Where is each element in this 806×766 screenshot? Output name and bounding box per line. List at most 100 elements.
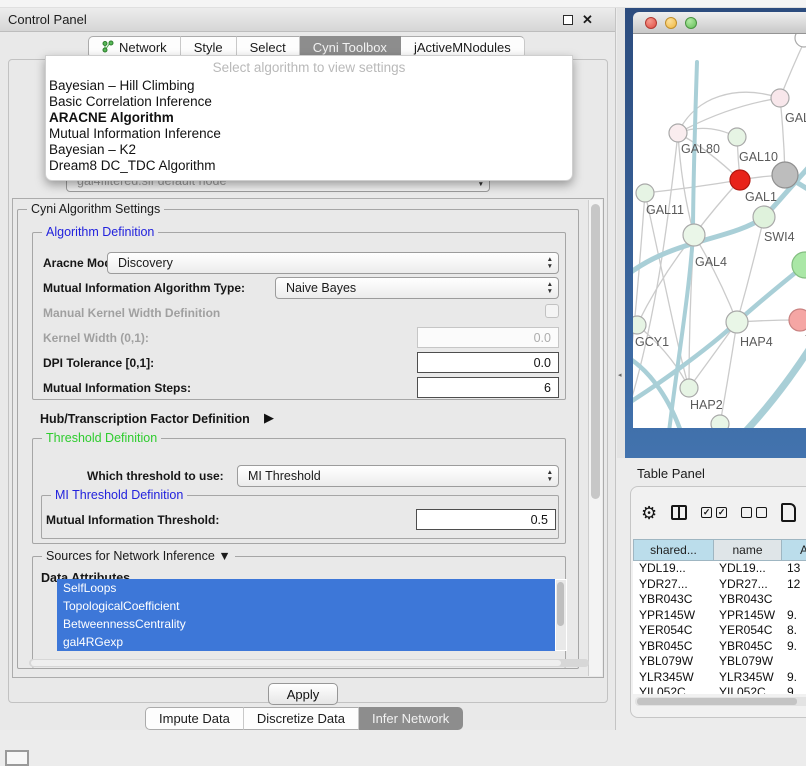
vertical-scrollbar[interactable] <box>588 200 602 676</box>
select-all-icon[interactable]: ✓✓ <box>701 507 727 518</box>
which-threshold-combo[interactable]: MI Threshold ▲▼ <box>237 465 559 487</box>
network-node[interactable] <box>636 184 654 202</box>
algorithm-option-mutual-information-inference[interactable]: Mutual Information Inference <box>46 126 572 142</box>
table-row[interactable]: YIL052CYIL052C9. <box>633 685 806 694</box>
kernel-width-field[interactable] <box>417 327 559 348</box>
column-header-shared[interactable]: shared... <box>633 539 713 561</box>
divider-handle-icon[interactable]: ◂ <box>618 371 622 379</box>
table-row[interactable]: YBL079WYBL079W <box>633 654 806 670</box>
mi-algorithm-type-combo[interactable]: Naive Bayes ▲▼ <box>275 277 559 299</box>
network-node[interactable] <box>771 89 789 107</box>
scrollbar-thumb[interactable] <box>31 660 561 666</box>
node-label: GCY1 <box>635 335 669 349</box>
network-node[interactable] <box>728 128 746 146</box>
gear-icon[interactable]: ⚙ <box>641 504 657 522</box>
column-header-a[interactable]: A <box>781 539 806 561</box>
table-horizontal-scrollbar[interactable] <box>635 697 806 706</box>
close-panel-icon[interactable]: ✕ <box>582 12 593 28</box>
network-node[interactable] <box>795 34 806 47</box>
table-row[interactable]: YER054CYER054C8. <box>633 623 806 639</box>
mi-algorithm-type-value: Naive Bayes <box>286 281 356 295</box>
network-node[interactable] <box>726 311 748 333</box>
manual-kernel-label: Manual Kernel Width Definition <box>43 306 220 320</box>
tab-label: jActiveMNodules <box>414 40 511 55</box>
tab-label: Infer Network <box>372 711 449 726</box>
network-node[interactable] <box>789 309 806 331</box>
mi-threshold-label: Mutual Information Threshold: <box>46 513 219 527</box>
split-divider[interactable]: ◂ <box>617 8 625 458</box>
list-item-betweennesscentrality[interactable]: BetweennessCentrality <box>57 615 555 633</box>
network-node[interactable] <box>680 379 698 397</box>
horizontal-scrollbar[interactable] <box>29 659 589 667</box>
tab-discretize-data[interactable]: Discretize Data <box>244 707 359 730</box>
kernel-width-label: Kernel Width (0,1): <box>43 331 149 345</box>
minimized-panel-icon[interactable] <box>5 750 29 766</box>
table-cell: YIL052C <box>633 685 713 694</box>
network-node[interactable] <box>683 224 705 246</box>
scrollbar-thumb[interactable] <box>591 204 600 499</box>
manual-kernel-checkbox[interactable] <box>545 304 559 318</box>
zoom-traffic-light[interactable] <box>685 17 697 29</box>
table-cell: 9. <box>781 608 806 624</box>
scrollbar-thumb[interactable] <box>557 582 564 626</box>
table-row[interactable]: YBR045CYBR045C9. <box>633 639 806 655</box>
algorithm-option-dream8-dc-tdc-algorithm[interactable]: Dream8 DC_TDC Algorithm <box>46 158 572 174</box>
network-window-titlebar[interactable] <box>633 12 806 34</box>
settings-scroll-area: Cyni Algorithm Settings Algorithm Defini… <box>12 198 604 678</box>
table-row[interactable]: YLR345WYLR345W9. <box>633 670 806 686</box>
network-node[interactable] <box>772 162 798 188</box>
network-canvas[interactable]: GALGAL80GAL10GAL1GAL11SWI4GAL4GCY1HAP4YH… <box>633 34 806 428</box>
list-item-gal4rgexp[interactable]: gal4RGexp <box>57 633 555 651</box>
list-item-selfloops[interactable]: SelfLoops <box>57 579 555 597</box>
control-panel-header: Control Panel ✕ <box>0 8 615 32</box>
tab-impute-data[interactable]: Impute Data <box>145 707 244 730</box>
network-window[interactable]: GALGAL80GAL10GAL1GAL11SWI4GAL4GCY1HAP4YH… <box>633 12 806 428</box>
dpi-tolerance-field[interactable] <box>417 352 559 373</box>
column-header-name[interactable]: name <box>713 539 781 561</box>
expand-right-icon[interactable]: ▶ <box>264 410 274 426</box>
deselect-all-icon[interactable] <box>741 507 767 518</box>
network-edge[interactable] <box>737 217 764 322</box>
checkbox-empty-icon <box>741 507 752 518</box>
table-cell: YPR145W <box>633 608 713 624</box>
mi-threshold-field[interactable] <box>416 509 556 530</box>
algorithm-option-bayesian-hill-climbing[interactable]: Bayesian – Hill Climbing <box>46 78 572 94</box>
list-item-topologicalcoefficient[interactable]: TopologicalCoefficient <box>57 597 555 615</box>
table-panel: Table Panel ⚙✓✓ shared...nameA YDL19...Y… <box>618 458 806 762</box>
checkbox-checked-icon: ✓ <box>701 507 712 518</box>
collapse-down-icon[interactable]: ▼ <box>218 549 230 563</box>
sources-title: Sources for Network Inference <box>46 549 215 563</box>
list-scrollbar[interactable] <box>556 580 566 650</box>
mi-threshold-definition-group: MI Threshold Definition Mutual Informati… <box>41 495 559 539</box>
network-node[interactable] <box>669 124 687 142</box>
hub-section-label[interactable]: Hub/Transcription Factor Definition <box>40 412 250 426</box>
mi-algorithm-type-label: Mutual Information Algorithm Type: <box>43 281 245 295</box>
table-row[interactable]: YDL19...YDL19...13 <box>633 561 806 577</box>
document-icon[interactable] <box>781 503 796 522</box>
group-title: Algorithm Definition <box>42 225 158 239</box>
network-node[interactable] <box>730 170 750 190</box>
table-row[interactable]: YPR145WYPR145W9. <box>633 608 806 624</box>
algorithm-option-aracne-algorithm[interactable]: ARACNE Algorithm <box>46 110 572 126</box>
network-node[interactable] <box>711 415 729 428</box>
network-edge[interactable] <box>694 235 737 322</box>
network-node[interactable] <box>753 206 775 228</box>
table-cell <box>781 654 806 670</box>
minimize-traffic-light[interactable] <box>665 17 677 29</box>
data-attributes-list[interactable]: SelfLoopsTopologicalCoefficientBetweenne… <box>57 579 567 651</box>
split-pane-icon[interactable] <box>671 505 687 520</box>
table-row[interactable]: YBR043CYBR043C <box>633 592 806 608</box>
algorithm-option-basic-correlation-inference[interactable]: Basic Correlation Inference <box>46 94 572 110</box>
attribute-table: shared...nameA YDL19...YDL19...13YDR27..… <box>633 539 806 694</box>
mi-steps-field[interactable] <box>417 377 559 398</box>
network-node[interactable] <box>633 316 646 334</box>
apply-button[interactable]: Apply <box>268 683 338 705</box>
tab-infer-network[interactable]: Infer Network <box>359 707 463 730</box>
close-traffic-light[interactable] <box>645 17 657 29</box>
network-desktop: GALGAL80GAL10GAL1GAL11SWI4GAL4GCY1HAP4YH… <box>625 8 806 458</box>
table-row[interactable]: YDR27...YDR27...12 <box>633 577 806 593</box>
scrollbar-thumb[interactable] <box>637 698 797 705</box>
algorithm-option-bayesian-k2[interactable]: Bayesian – K2 <box>46 142 572 158</box>
float-panel-icon[interactable] <box>563 15 573 25</box>
aracne-mode-combo[interactable]: Discovery ▲▼ <box>107 252 559 274</box>
